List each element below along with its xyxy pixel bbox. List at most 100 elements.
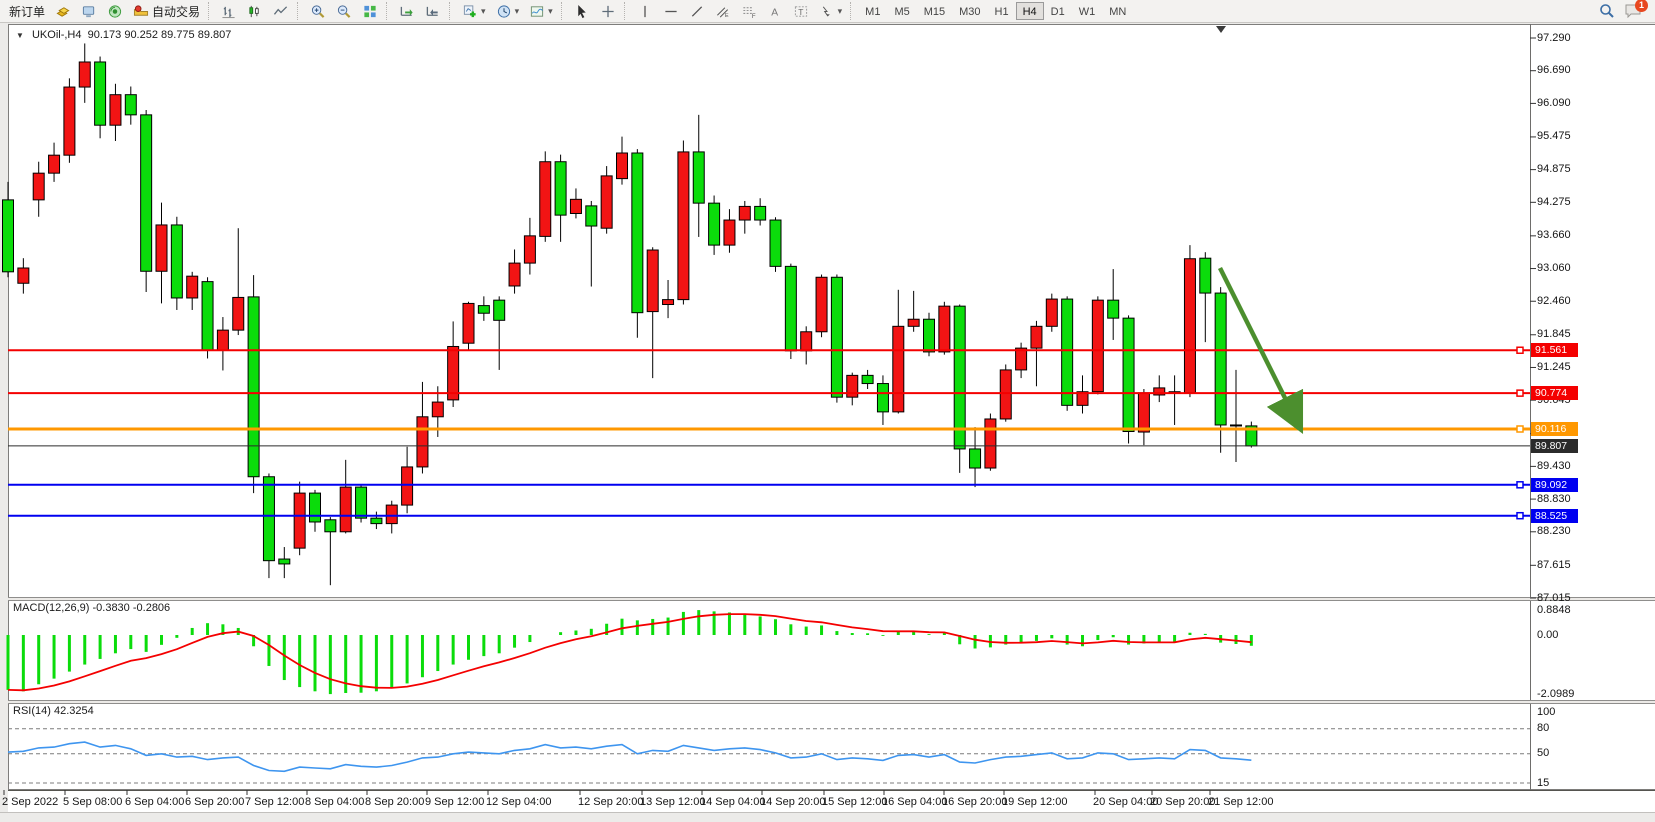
candle-body bbox=[448, 346, 459, 399]
rsi-axis-label: 80 bbox=[1537, 722, 1549, 734]
level-handle[interactable] bbox=[1517, 390, 1523, 396]
candle-body bbox=[831, 277, 842, 397]
candle-body bbox=[95, 62, 106, 125]
macd-signal-line bbox=[8, 614, 1251, 690]
candle-body bbox=[141, 115, 152, 271]
candle-body bbox=[908, 319, 919, 326]
axis-ticks bbox=[4, 38, 1536, 795]
price-tick-label: 93.660 bbox=[1537, 229, 1571, 241]
candle-body bbox=[432, 402, 443, 417]
candle-body bbox=[801, 332, 812, 351]
candle-body bbox=[709, 203, 720, 245]
candle-body bbox=[463, 303, 474, 343]
candle-body bbox=[478, 306, 489, 314]
price-tick-label: 88.830 bbox=[1537, 493, 1571, 505]
candle-body bbox=[33, 173, 44, 200]
candle-body bbox=[693, 152, 704, 203]
rsi-panel-graphics bbox=[8, 729, 1530, 783]
time-label: 19 Sep 12:00 bbox=[1002, 796, 1067, 808]
candle-body bbox=[1138, 393, 1149, 432]
candle-body bbox=[509, 263, 520, 286]
candle-body bbox=[1231, 425, 1242, 426]
candle-body bbox=[985, 419, 996, 468]
price-tag: 90.774 bbox=[1531, 386, 1578, 400]
candle-body bbox=[770, 220, 781, 266]
macd-panel-graphics bbox=[8, 610, 1251, 694]
candle-body bbox=[310, 493, 321, 522]
chart-canvas[interactable] bbox=[0, 0, 1655, 822]
time-label: 13 Sep 12:00 bbox=[640, 796, 705, 808]
macd-signal-value: -0.2806 bbox=[133, 602, 170, 614]
price-tick-label: 96.090 bbox=[1537, 97, 1571, 109]
price-tick-label: 93.060 bbox=[1537, 262, 1571, 274]
chart-header: ▼ UKOil-,H4 90.173 90.252 89.775 89.807 bbox=[16, 29, 231, 41]
time-label: 14 Sep 20:00 bbox=[760, 796, 825, 808]
level-handle[interactable] bbox=[1517, 347, 1523, 353]
time-label: 14 Sep 04:00 bbox=[700, 796, 765, 808]
candle-body bbox=[325, 520, 336, 532]
candle-body bbox=[816, 277, 827, 332]
price-tick-label: 87.015 bbox=[1537, 592, 1571, 604]
candle-body bbox=[156, 225, 167, 271]
candle-body bbox=[417, 417, 428, 467]
price-tag: 90.116 bbox=[1531, 422, 1578, 436]
time-label: 20 Sep 20:00 bbox=[1150, 796, 1215, 808]
candle-body bbox=[617, 153, 628, 179]
candle-body bbox=[18, 268, 29, 283]
macd-label: MACD(12,26,9) -0.3830 -0.2806 bbox=[13, 602, 170, 614]
level-handle[interactable] bbox=[1517, 426, 1523, 432]
rsi-axis-label: 50 bbox=[1537, 747, 1549, 759]
level-handle[interactable] bbox=[1517, 513, 1523, 519]
candle-body bbox=[386, 505, 397, 524]
candle-body bbox=[678, 152, 689, 300]
rsi-value: 42.3254 bbox=[54, 705, 94, 717]
candle-body bbox=[724, 220, 735, 245]
candle-body bbox=[233, 297, 244, 330]
level-handle[interactable] bbox=[1517, 482, 1523, 488]
candle-body bbox=[110, 95, 121, 126]
macd-axis-label: -2.0989 bbox=[1537, 688, 1574, 700]
candle-body bbox=[294, 493, 305, 548]
price-tick-label: 91.845 bbox=[1537, 328, 1571, 340]
candle-body bbox=[1123, 318, 1134, 431]
down-arrow-annotation[interactable] bbox=[1220, 268, 1298, 424]
time-label: 12 Sep 04:00 bbox=[486, 796, 551, 808]
time-label: 9 Sep 12:00 bbox=[425, 796, 484, 808]
rsi-label: RSI(14) 42.3254 bbox=[13, 705, 94, 717]
macd-main-value: -0.3830 bbox=[92, 602, 129, 614]
candle-body bbox=[187, 276, 198, 298]
horizontal-level-lines bbox=[8, 347, 1530, 518]
candle-body bbox=[356, 487, 367, 518]
candle-body bbox=[171, 225, 182, 298]
price-tick-label: 94.875 bbox=[1537, 163, 1571, 175]
time-label: 6 Sep 20:00 bbox=[185, 796, 244, 808]
price-tag: 91.561 bbox=[1531, 343, 1578, 357]
price-tick-label: 95.475 bbox=[1537, 130, 1571, 142]
candle-body bbox=[785, 266, 796, 350]
price-tick-label: 89.430 bbox=[1537, 460, 1571, 472]
candle-body bbox=[601, 176, 612, 228]
chart-ohlc-values: 90.173 90.252 89.775 89.807 bbox=[88, 29, 232, 41]
price-tick-label: 88.230 bbox=[1537, 525, 1571, 537]
chart-symbol-label: UKOil-,H4 bbox=[32, 29, 82, 41]
candle-body bbox=[49, 155, 60, 173]
candle-body bbox=[494, 300, 505, 320]
candle-body bbox=[217, 330, 228, 350]
candle-body bbox=[877, 384, 888, 412]
candle-body bbox=[555, 162, 566, 215]
rsi-axis-label: 100 bbox=[1537, 706, 1555, 718]
macd-axis-label: 0.00 bbox=[1537, 629, 1558, 641]
candle-body bbox=[739, 206, 750, 220]
candle-body bbox=[755, 206, 766, 220]
candle-body bbox=[125, 95, 136, 115]
candle-body bbox=[586, 206, 597, 226]
time-label: 21 Sep 12:00 bbox=[1208, 796, 1273, 808]
candle-body bbox=[340, 487, 351, 532]
chevron-down-icon[interactable]: ▼ bbox=[16, 31, 24, 40]
time-label: 16 Sep 04:00 bbox=[882, 796, 947, 808]
price-tick-label: 94.275 bbox=[1537, 196, 1571, 208]
candle-body bbox=[570, 199, 581, 213]
candle-body bbox=[939, 306, 950, 352]
chart-shift-marker[interactable] bbox=[1216, 26, 1226, 33]
candle-body bbox=[402, 467, 413, 505]
